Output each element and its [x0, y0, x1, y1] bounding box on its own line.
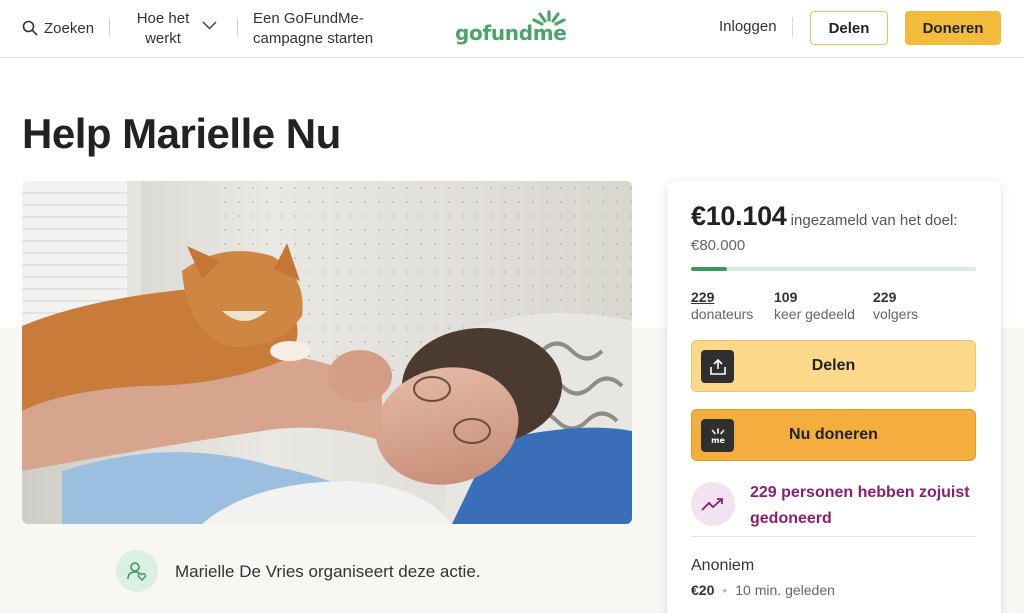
stat-shares: 109 keer gedeeld: [774, 289, 855, 323]
nav-divider: [109, 17, 110, 37]
raised-summary: €10.104 ingezameld van het doel:: [691, 203, 981, 232]
donation-time: 10 min. geleden: [735, 582, 835, 598]
progress-bar: [691, 267, 976, 271]
card-divider: [691, 536, 976, 537]
donate-button[interactable]: Doneren: [905, 11, 1001, 45]
share-cta-button[interactable]: Delen: [691, 340, 976, 392]
start-campaign-link[interactable]: Een GoFundMe-campagne starten: [253, 9, 433, 49]
organizer-text: Marielle De Vries organiseert deze actie…: [175, 562, 481, 581]
nav-divider: [237, 17, 238, 37]
donation-details: €20 • 10 min. geleden: [691, 582, 835, 598]
stat-number: 229: [873, 289, 897, 305]
stat-label: donateurs: [691, 306, 754, 322]
donate-cta-button[interactable]: me Nu doneren: [691, 409, 976, 461]
separator-dot: •: [722, 582, 728, 598]
stat-label: volgers: [873, 306, 919, 322]
raised-amount: €10.104: [691, 201, 787, 231]
gofundme-me-icon: me: [701, 419, 734, 452]
user-heart-icon: [127, 562, 147, 581]
campaign-photo[interactable]: [22, 181, 632, 524]
how-it-works-link[interactable]: Hoe het werkt: [133, 9, 193, 49]
share-upload-icon: [701, 350, 734, 383]
donate-cta-label: Nu doneren: [789, 426, 878, 443]
stat-donors[interactable]: 229 donateurs: [691, 289, 753, 323]
stat-number: 109: [774, 289, 798, 305]
share-button[interactable]: Delen: [810, 11, 888, 45]
campaign-photo-image: [22, 181, 632, 524]
raised-suffix: ingezameld van het doel:: [790, 212, 958, 229]
stat-label: keer gedeeld: [774, 306, 855, 322]
stat-followers: 229 volgers: [873, 289, 918, 323]
svg-text:me: me: [711, 436, 725, 445]
stat-number: 229: [691, 289, 715, 305]
donation-card: €10.104 ingezameld van het doel: €80.000…: [667, 181, 1001, 613]
progress-fill: [691, 267, 727, 271]
recent-donations-text[interactable]: 229 personen hebben zojuist gedoneerd: [750, 480, 980, 532]
campaign-title: Help Marielle Nu: [22, 110, 341, 157]
search-button[interactable]: Zoeken: [22, 18, 94, 38]
donor-name: Anoniem: [691, 557, 755, 574]
goal-amount: €80.000: [691, 237, 746, 254]
search-label: Zoeken: [44, 19, 95, 37]
gofundme-logo[interactable]: gofundme: [455, 10, 570, 46]
organizer-avatar: [116, 550, 158, 592]
chevron-down-icon[interactable]: [202, 21, 217, 30]
search-icon: [22, 20, 38, 36]
top-navigation: Zoeken Hoe het werkt Een GoFundMe-campag…: [0, 0, 1024, 58]
login-link[interactable]: Inloggen: [719, 18, 777, 35]
share-cta-label: Delen: [811, 357, 856, 374]
donation-amount: €20: [691, 582, 715, 598]
logo-burst-icon: [532, 10, 566, 26]
nav-divider: [792, 17, 793, 37]
trending-up-icon: [691, 482, 735, 526]
